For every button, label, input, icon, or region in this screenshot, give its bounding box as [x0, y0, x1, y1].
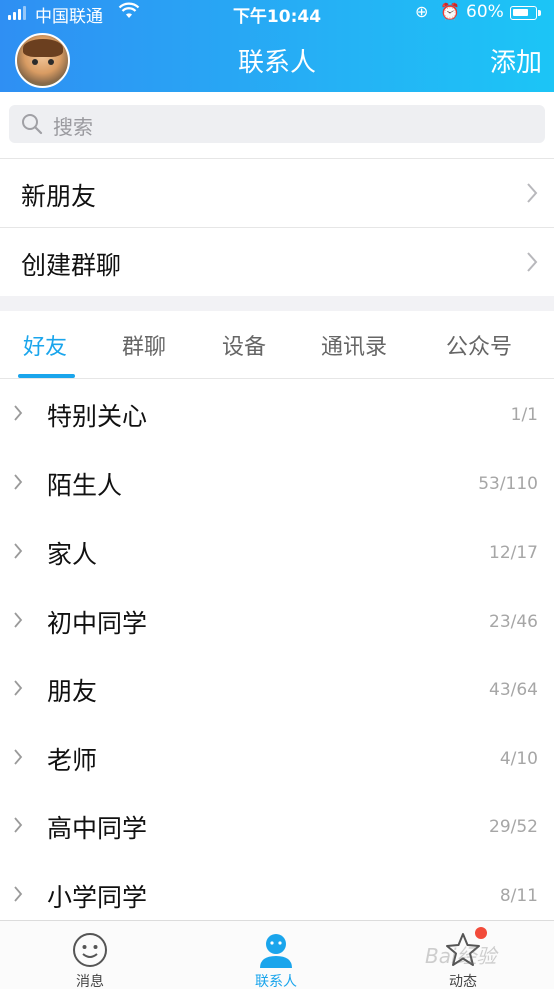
group-count: 29/52	[489, 817, 538, 837]
tab-address-book[interactable]: 通讯录	[321, 329, 387, 361]
rotation-lock-icon: ⊕	[415, 2, 429, 21]
group-count: 43/64	[489, 680, 538, 700]
header-bar: 中国联通 下午10:44 ⊕ ⏰ 60% 联系人 添加	[0, 0, 554, 92]
chevron-right-icon	[526, 182, 538, 208]
battery-percent: 60%	[466, 2, 504, 22]
group-count: 1/1	[510, 405, 538, 425]
create-group-chat-row[interactable]: 创建群聊	[0, 228, 554, 296]
search-input[interactable]: 搜索	[9, 105, 545, 143]
search-placeholder: 搜索	[53, 115, 93, 139]
chevron-right-icon	[13, 473, 23, 495]
smiley-icon	[71, 931, 109, 973]
chevron-right-icon	[13, 816, 23, 838]
status-bar: 中国联通 下午10:44 ⊕ ⏰ 60%	[0, 0, 554, 27]
group-count: 4/10	[499, 749, 538, 769]
person-icon	[257, 931, 295, 973]
tab-devices[interactable]: 设备	[222, 329, 266, 361]
new-friends-label: 新朋友	[21, 182, 97, 211]
contact-tabs: 好友 群聊 设备 通讯录 公众号	[0, 311, 554, 379]
new-friends-row[interactable]: 新朋友	[0, 159, 554, 227]
group-name: 老师	[47, 746, 98, 775]
notification-badge	[475, 927, 487, 939]
chevron-right-icon	[13, 748, 23, 770]
group-name: 特别关心	[47, 402, 148, 431]
search-icon	[21, 113, 43, 139]
battery-icon	[510, 6, 541, 20]
chevron-right-icon	[13, 542, 23, 564]
group-name: 朋友	[47, 677, 98, 706]
tabbar-messages[interactable]: 消息	[30, 921, 150, 989]
group-count: 12/17	[489, 543, 538, 563]
group-name: 高中同学	[47, 814, 148, 843]
group-count: 23/46	[489, 612, 538, 632]
create-group-chat-label: 创建群聊	[21, 251, 122, 280]
group-row-family[interactable]: 家人 12/17	[0, 518, 554, 587]
group-name: 小学同学	[47, 883, 148, 912]
group-count: 8/11	[499, 886, 538, 906]
page-title: 联系人	[237, 48, 316, 78]
chevron-right-icon	[13, 404, 23, 426]
tab-official-accounts[interactable]: 公众号	[446, 329, 512, 361]
tabbar-label: 联系人	[255, 974, 297, 989]
tabbar-label: 动态	[449, 974, 477, 989]
tabbar-label: 消息	[76, 974, 104, 989]
watermark-logo: Bai经验	[425, 944, 497, 968]
group-name: 家人	[47, 540, 98, 569]
tabbar-contacts[interactable]: 联系人	[216, 921, 336, 989]
group-row-high-school[interactable]: 高中同学 29/52	[0, 792, 554, 861]
group-row-special[interactable]: 特别关心 1/1	[0, 380, 554, 449]
group-row-middle-school[interactable]: 初中同学 23/46	[0, 587, 554, 656]
group-row-strangers[interactable]: 陌生人 53/110	[0, 449, 554, 518]
tab-friends[interactable]: 好友	[23, 329, 67, 361]
group-row-friends[interactable]: 朋友 43/64	[0, 655, 554, 724]
chevron-right-icon	[526, 251, 538, 277]
section-divider	[0, 296, 554, 311]
chevron-right-icon	[13, 885, 23, 907]
group-name: 陌生人	[47, 471, 123, 500]
group-name: 初中同学	[47, 609, 148, 638]
group-count: 53/110	[478, 474, 538, 494]
chevron-right-icon	[13, 679, 23, 701]
chevron-right-icon	[13, 611, 23, 633]
add-button[interactable]: 添加	[490, 42, 542, 79]
tab-groups[interactable]: 群聊	[122, 329, 166, 361]
group-row-teachers[interactable]: 老师 4/10	[0, 724, 554, 793]
alarm-icon: ⏰	[440, 2, 460, 21]
search-section: 搜索	[0, 92, 554, 158]
